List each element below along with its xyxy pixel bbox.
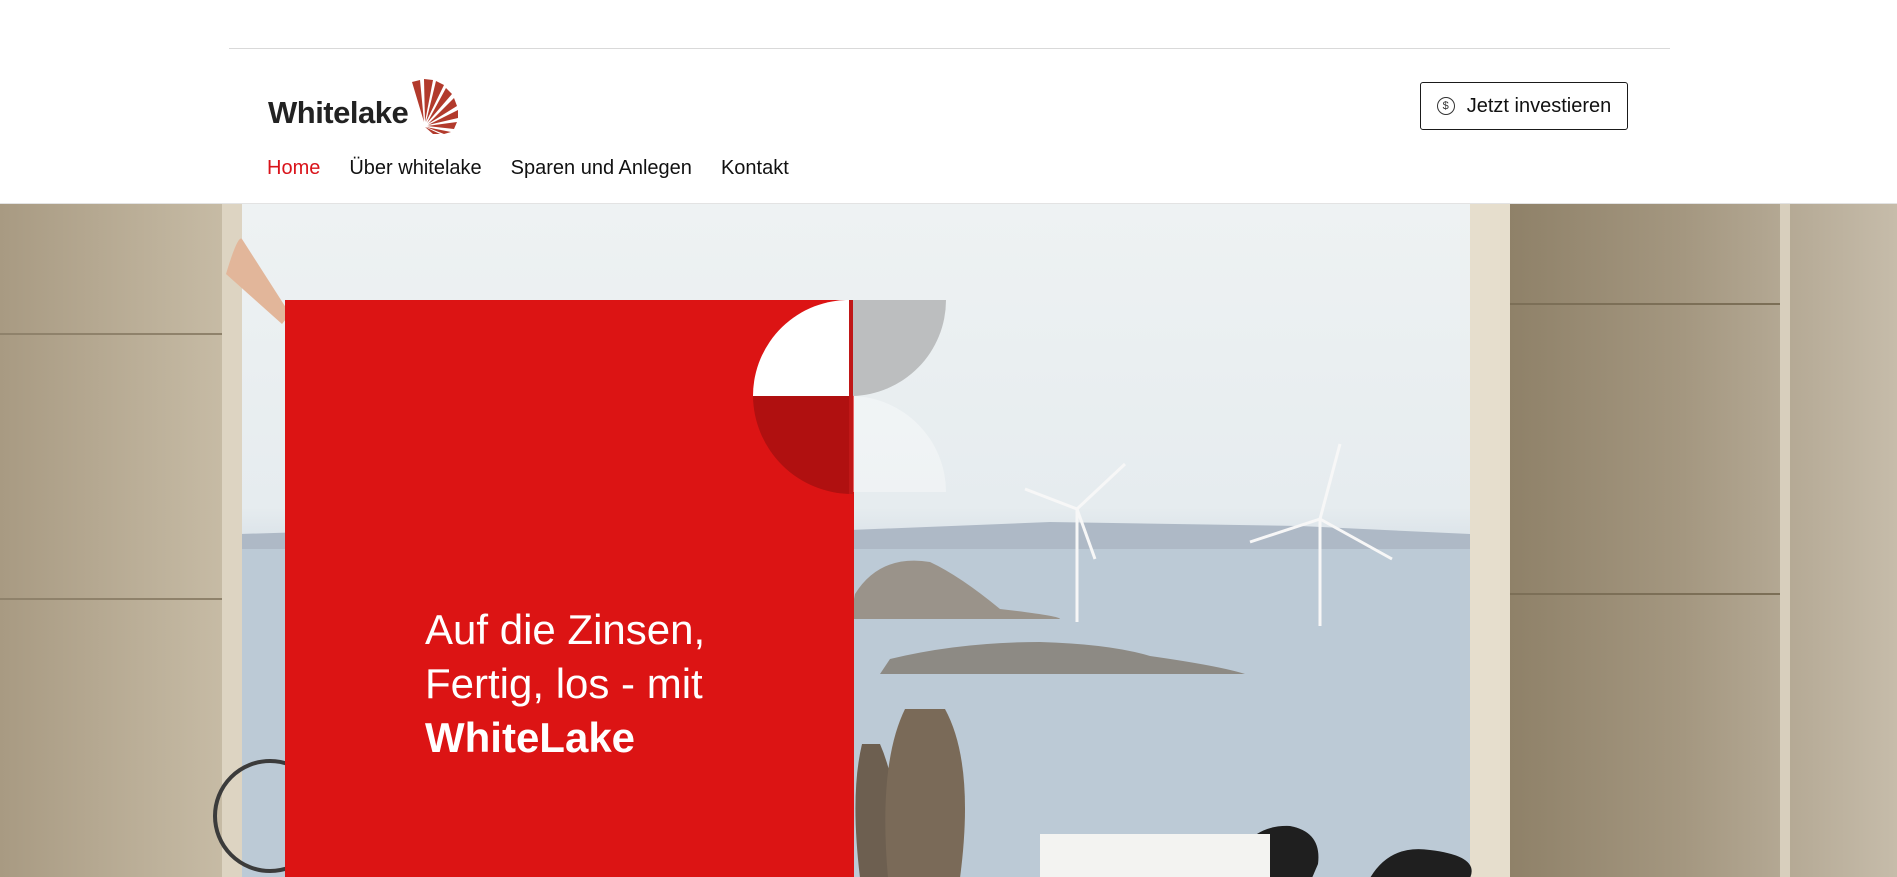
hero-headline: Auf die Zinsen, Fertig, los - mit WhiteL… [425,603,765,765]
nav-item-about[interactable]: Über whitelake [349,157,481,180]
nav-item-savings[interactable]: Sparen und Anlegen [511,157,692,180]
sunburst-logo-icon [412,79,459,134]
header-divider [229,48,1670,49]
nav-item-contact[interactable]: Kontakt [721,157,789,180]
invest-button[interactable]: $ Jetzt investieren [1420,82,1628,130]
hero-headline-line2: Fertig, los - mit [425,660,703,707]
logo-text: Whitelake [268,95,409,130]
main-nav: Home Über whitelake Sparen und Anlegen K… [267,157,789,180]
invest-button-label: Jetzt investieren [1466,94,1612,117]
hero-headline-line1: Auf die Zinsen, [425,606,706,653]
nav-item-home[interactable]: Home [267,157,320,180]
dollar-circle-icon: $ [1436,97,1455,115]
quarter-circle-decoration [753,300,946,494]
logo[interactable]: Whitelake [268,78,460,134]
hero-headline-brand: WhiteLake [425,714,636,761]
